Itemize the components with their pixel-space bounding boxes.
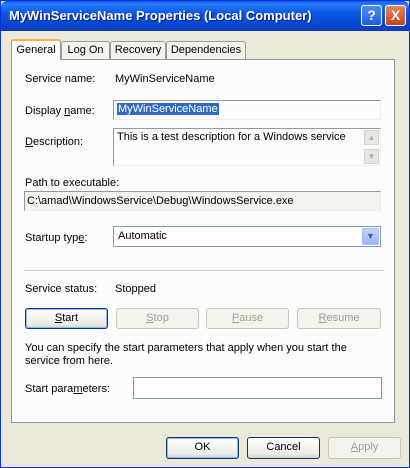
startup-type-label: Startup type: [25,232,88,244]
startup-type-dropdown[interactable]: Automatic ▼ [113,226,381,247]
pause-button[interactable]: Pause [206,308,289,329]
scroll-down-icon[interactable]: ▼ [364,149,379,164]
service-status-value: Stopped [115,283,156,295]
general-tab-panel: Service name: MyWinServiceName Display n… [11,59,395,423]
start-button[interactable]: Start [25,308,108,329]
description-text: This is a test description for a Windows… [117,131,346,143]
close-button[interactable]: X [385,5,406,26]
service-status-label: Service status: [25,283,98,295]
chevron-down-icon[interactable]: ▼ [362,228,379,245]
start-parameters-input[interactable] [133,377,382,399]
description-scrollbar[interactable]: ▲ ▼ [364,130,379,164]
separator [24,270,384,271]
display-name-text: MyWinServiceName [117,103,219,115]
tab-log-on[interactable]: Log On [61,41,110,59]
tab-general[interactable]: General [11,39,61,60]
help-button[interactable]: ? [361,5,382,26]
startup-type-value: Automatic [118,230,167,242]
path-text: C:\amad\WindowsService\Debug\WindowsServ… [27,195,294,207]
tab-recovery[interactable]: Recovery [110,41,166,59]
tab-dependencies[interactable]: Dependencies [166,41,246,59]
stop-button[interactable]: Stop [116,308,199,329]
path-label: Path to executable: [25,177,120,189]
title-bar[interactable]: MyWinServiceName Properties (Local Compu… [1,1,409,31]
window-title: MyWinServiceName Properties (Local Compu… [9,8,312,23]
ok-button[interactable]: OK [166,437,239,459]
apply-button[interactable]: Apply [328,437,401,459]
display-name-field[interactable]: MyWinServiceName [113,100,381,120]
service-name-label: Service name: [25,73,96,85]
start-parameters-label: Start parameters: [25,383,110,395]
cancel-button[interactable]: Cancel [247,437,320,459]
properties-window: MyWinServiceName Properties (Local Compu… [0,0,410,468]
resume-button[interactable]: Resume [297,308,381,329]
display-name-label: Display name: [25,105,95,117]
service-name-value: MyWinServiceName [115,73,215,85]
path-field: C:\amad\WindowsService\Debug\WindowsServ… [24,191,381,211]
scroll-up-icon[interactable]: ▲ [364,130,379,145]
start-params-help-text: You can specify the start parameters tha… [25,342,347,367]
description-label: Description: [25,136,84,148]
description-field[interactable]: This is a test description for a Windows… [113,128,381,166]
